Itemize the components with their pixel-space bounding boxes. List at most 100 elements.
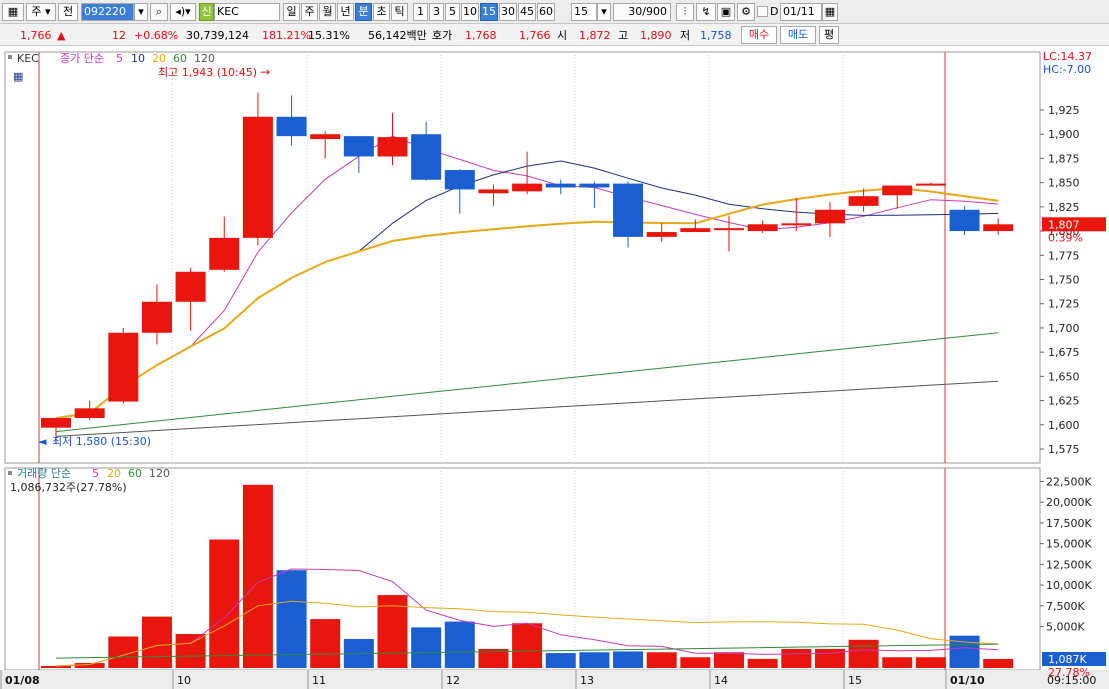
stock-code-input[interactable]: 092220 — [81, 3, 134, 21]
candle-type-icon[interactable]: ⫶ — [676, 3, 694, 21]
minute-button[interactable]: 3 — [429, 3, 444, 21]
code-dropdown-icon[interactable]: ▾ — [134, 3, 148, 21]
minute-button[interactable]: 5 — [445, 3, 460, 21]
period-button[interactable]: 틱 — [391, 3, 408, 21]
low-price: 1,758 — [700, 29, 732, 42]
volume-bar — [915, 657, 946, 668]
candle-body — [646, 232, 677, 237]
indicator-icon[interactable]: ↯ — [696, 3, 716, 21]
minute-button[interactable]: 10 — [461, 3, 479, 21]
volume-bar — [714, 652, 744, 668]
price-tick-label: 1,825 — [1048, 201, 1080, 214]
eval-button[interactable]: 평 — [819, 26, 839, 44]
price-pane — [4, 51, 1041, 464]
period-button[interactable]: 초 — [373, 3, 390, 21]
period-button[interactable]: 주 — [301, 3, 318, 21]
info-bar: 1,766 ▲ 12 +0.68% 30,739,124 181.21% 15.… — [0, 24, 1109, 46]
volume-bar — [882, 657, 913, 668]
candle-body — [814, 209, 845, 224]
range-field[interactable]: 30/900 — [613, 3, 671, 21]
sell-button[interactable]: 매도 — [780, 26, 816, 44]
ma-legend-period: 5 — [116, 52, 123, 65]
bid-price: 1,766 — [519, 29, 551, 42]
hc-label: HC:-7.00 — [1043, 63, 1091, 76]
date-checkbox[interactable] — [757, 6, 768, 17]
minute-button[interactable]: 60 — [537, 3, 555, 21]
volume-tick-label: 7,500K — [1046, 600, 1085, 613]
menu-icon[interactable]: ▦ — [2, 3, 24, 21]
stock-legend: KEC — [17, 52, 39, 65]
toolbar: ▦ 주 ▾ 전 092220 ▾ ⌕ ◂)▾ 신 KEC 일주월년분초틱1351… — [0, 0, 1109, 24]
candle-body — [949, 209, 980, 232]
volume-tick-label: 17,500K — [1046, 517, 1092, 530]
period-button[interactable]: 년 — [337, 3, 354, 21]
volume-ma-period: 60 — [128, 467, 142, 480]
candle-body — [209, 237, 240, 270]
count-dropdown-icon[interactable]: ▾ — [597, 3, 611, 21]
price-change: 12 — [112, 29, 126, 42]
open-price: 1,872 — [579, 29, 611, 42]
candle-body — [141, 301, 172, 333]
ma-legend-period: 120 — [194, 52, 215, 65]
candle-body — [444, 170, 475, 190]
market-select[interactable]: 주 ▾ — [26, 3, 56, 21]
price-tick-label: 1,675 — [1048, 346, 1080, 359]
volume-bar — [983, 658, 1014, 668]
period-button[interactable]: 월 — [319, 3, 336, 21]
save-icon[interactable]: ▣ — [717, 3, 735, 21]
high-label: 고 — [618, 29, 629, 42]
candle-body — [882, 185, 913, 196]
candle-body — [175, 271, 206, 302]
minute-button[interactable]: 15 — [480, 3, 498, 21]
market-label: 주 — [31, 5, 42, 18]
volume-bar — [175, 634, 206, 668]
period-button[interactable]: 일 — [283, 3, 300, 21]
candle-body — [343, 136, 374, 157]
current-price-value: 1,807 — [1048, 218, 1080, 231]
candle-body — [781, 223, 812, 226]
d-label: D — [770, 5, 779, 18]
current-price-pct: 0.39% — [1048, 231, 1083, 244]
volume-bar — [747, 658, 778, 668]
volume-bar — [680, 657, 711, 668]
minute-count-input[interactable]: 15 — [571, 3, 597, 21]
volume-bar — [74, 663, 105, 668]
period-button[interactable]: 분 — [355, 3, 372, 21]
minute-button[interactable]: 30 — [499, 3, 517, 21]
prev-button[interactable]: 전 — [58, 3, 78, 21]
volume-bar — [41, 666, 71, 668]
volume-bar — [545, 653, 576, 668]
ask-price: 1,768 — [465, 29, 497, 42]
volume-tick-label: 15,000K — [1046, 538, 1092, 551]
candle-body — [915, 183, 946, 186]
speaker-icon[interactable]: ◂)▾ — [170, 3, 196, 21]
volume-bar — [646, 652, 677, 668]
price-tick-label: 1,725 — [1048, 298, 1080, 311]
price-tick-label: 1,925 — [1048, 104, 1080, 117]
volume-bar — [512, 623, 543, 668]
calendar-icon[interactable]: ▦ — [822, 3, 838, 21]
date-input[interactable]: 01/11 — [780, 3, 822, 21]
volume-bar — [209, 539, 240, 668]
chart-area: 1,9251,9001,8751,8501,8251,8001,7751,750… — [0, 50, 1109, 689]
price-tick-label: 1,875 — [1048, 152, 1080, 165]
candle-body — [512, 183, 543, 192]
minute-button[interactable]: 45 — [518, 3, 536, 21]
volume-bar — [444, 621, 475, 668]
candle-body — [310, 134, 341, 140]
buy-button[interactable]: 매수 — [741, 26, 777, 44]
price-tick-label: 1,625 — [1048, 395, 1080, 408]
volume-info: 1,086,732주(27.78%) — [10, 481, 127, 494]
candle-body — [545, 183, 576, 188]
search-icon[interactable]: ⌕ — [150, 3, 168, 21]
volume-bar — [781, 648, 812, 668]
stock-badge: 신 — [199, 3, 214, 21]
stock-name-field[interactable]: KEC — [214, 3, 280, 21]
ma-legend-period: 10 — [131, 52, 145, 65]
minute-button[interactable]: 1 — [413, 3, 428, 21]
settings-icon[interactable]: ⚙ — [737, 3, 755, 21]
volume-bar — [613, 651, 644, 668]
volume-ratio: 181.21% — [262, 29, 311, 42]
open-label: 시 — [557, 29, 568, 42]
price-tick-label: 1,850 — [1048, 177, 1080, 190]
